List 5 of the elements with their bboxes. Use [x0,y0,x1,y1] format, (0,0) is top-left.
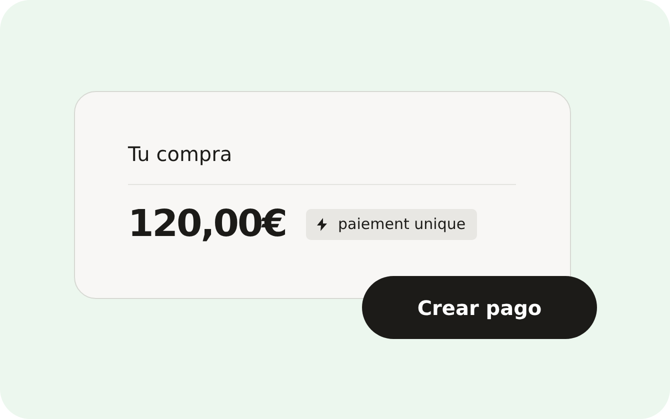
lightning-icon [317,218,328,230]
create-payment-button[interactable]: Crear pago [362,276,597,339]
price: 120,00€ [128,201,286,247]
badge-label: paiement unique [338,216,466,232]
card-title: Tu compra [128,141,234,168]
